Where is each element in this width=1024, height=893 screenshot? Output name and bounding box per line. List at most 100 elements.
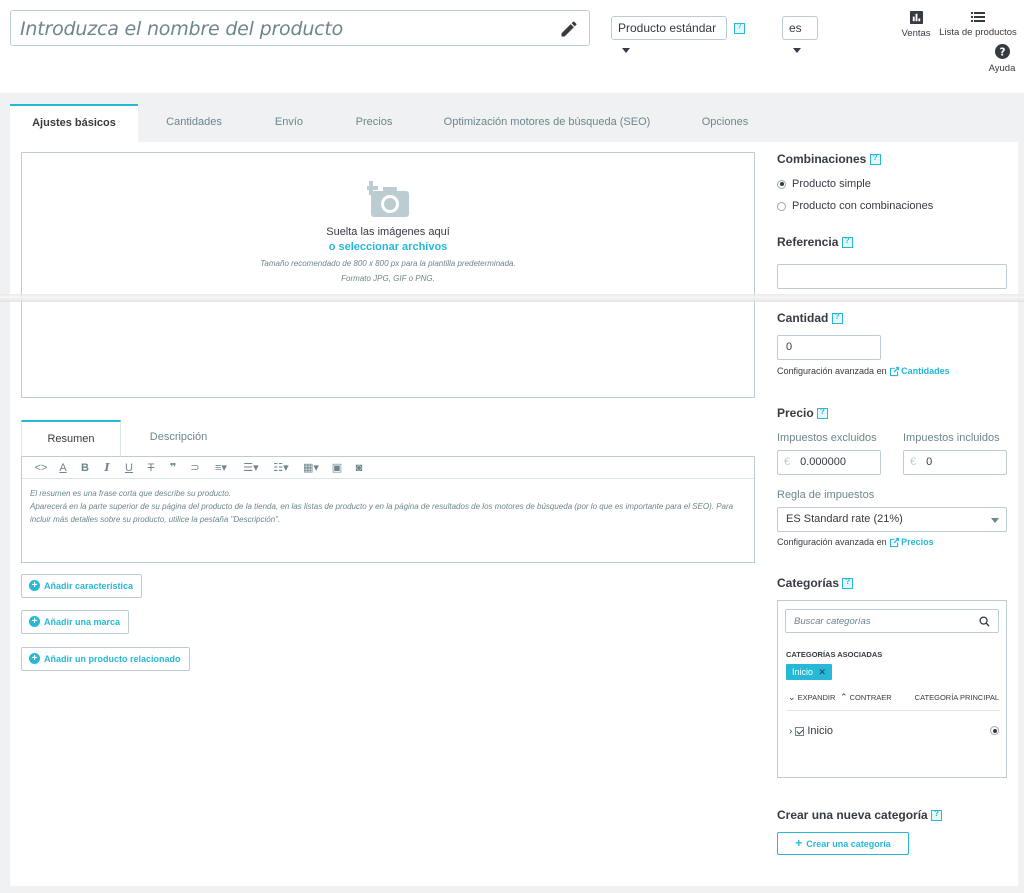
media-icon[interactable]: ◙ [348,458,370,478]
create-category-button[interactable]: + Crear una categoría [777,832,909,855]
help-button[interactable]: ? Ayuda [986,44,1018,74]
help-icon[interactable] [831,312,843,325]
table-icon[interactable]: ▦▾ [296,458,326,478]
categories-title: Categorías [777,576,854,590]
underline-icon[interactable]: U [118,458,140,478]
button-label: Añadir una marca [44,617,121,627]
tax-rule-select[interactable]: ES Standard rate (21%) [777,507,1007,532]
editor-tabs: Resumen Descripción [21,420,755,456]
summary-editor[interactable]: <> A B I U T ❞ ⊃ ≡▾ ☰▾ ☷▾ ▦▾ ▣ ◙ El resu… [21,456,755,563]
language-select[interactable]: es [782,16,818,54]
chevron-right-icon[interactable]: › [789,726,792,737]
radio-label: Producto con combinaciones [792,200,934,212]
pencil-icon[interactable] [559,19,579,39]
chevron-up-icon: ⌃ [840,692,848,702]
help-icon[interactable] [817,407,829,420]
button-label: Añadir un producto relacionado [44,654,181,664]
collapse-label: CONTRAER [849,693,892,702]
image-icon[interactable]: ▣ [326,458,348,478]
euro-icon: € [784,456,791,468]
add-feature-button[interactable]: + Añadir característica [21,574,143,598]
question-circle-icon: ? [994,44,1010,59]
categories-box: Buscar categorías CATEGORÍAS ASOCIADAS I… [777,600,1007,778]
text-color-icon[interactable]: A [52,458,74,478]
help-icon[interactable] [869,153,881,166]
collapse-button[interactable]: ⌃ CONTRAER [840,692,892,703]
help-label: Ayuda [988,63,1016,74]
category-tree-item[interactable]: › Inicio [789,725,833,737]
product-name-input[interactable]: Introduzca el nombre del producto [10,10,590,46]
plus-circle-icon: + [29,653,40,665]
button-label: Crear una categoría [806,839,891,849]
external-link-icon [890,367,900,377]
strikethrough-icon[interactable]: T [140,458,162,478]
summary-line: El resumen es una frase corta que descri… [30,489,231,498]
link-icon[interactable]: ⊃ [184,458,206,478]
caret-down-icon [793,48,801,54]
price-tax-included-input[interactable]: €0 [903,450,1007,475]
source-code-icon[interactable]: <> [30,458,52,478]
expand-label: EXPANDIR [797,693,836,702]
category-search-input[interactable]: Buscar categorías [785,609,999,633]
help-icon[interactable] [841,236,853,249]
product-type-select[interactable]: Producto estándar [611,16,727,54]
image-dropzone[interactable]: Suelta las imágenes aquí o seleccionar a… [21,152,755,398]
close-icon[interactable]: ✕ [819,667,827,677]
main-tabs: Ajustes básicos Cantidades Envío Precios… [10,104,1018,142]
reference-input[interactable] [777,264,1007,289]
radio-label: Producto simple [792,178,871,190]
tab-summary[interactable]: Resumen [21,420,121,456]
prices-link[interactable]: Precios [901,537,934,547]
sales-button[interactable]: Ventas [900,11,932,39]
italic-icon[interactable]: I [96,458,118,478]
combinations-title: Combinaciones [777,152,881,166]
numbered-list-icon[interactable]: ☷▾ [266,458,296,478]
tax-included-label: Impuestos incluidos [903,432,1000,444]
tab-quantities[interactable]: Cantidades [138,104,250,142]
help-icon[interactable] [734,22,745,34]
bold-icon[interactable]: B [74,458,96,478]
category-chip[interactable]: Inicio ✕ [786,664,833,680]
price-tax-excluded-input[interactable]: €0.000000 [777,450,881,475]
add-brand-button[interactable]: + Añadir una marca [21,610,130,634]
tab-pricing[interactable]: Precios [328,104,420,142]
align-icon[interactable]: ≡▾ [206,458,236,478]
checkbox-checked-icon[interactable] [795,726,805,736]
tax-excluded-label: Impuestos excluidos [777,432,877,444]
expand-button[interactable]: ⌄ EXPANDIR [788,692,835,703]
tab-seo[interactable]: Optimización motores de búsqueda (SEO) [420,104,674,142]
chevron-down-icon: ⌄ [788,692,796,702]
price-value: 0.000000 [800,456,847,468]
help-icon[interactable] [842,577,854,590]
help-icon[interactable] [931,809,943,822]
main-category-radio[interactable] [990,726,999,735]
list-icon [971,12,985,22]
tab-options[interactable]: Opciones [674,104,776,142]
dropzone-format-hint: Formato JPG, GIF o PNG. [341,274,435,283]
quote-icon[interactable]: ❞ [162,458,184,478]
bar-chart-icon [909,11,923,24]
price-value: 0 [926,456,933,468]
summary-placeholder: El resumen es una frase corta que descri… [22,479,754,534]
price-title: Precio [777,406,829,420]
euro-icon: € [910,456,917,468]
reference-title: Referencia [777,235,853,249]
tab-description[interactable]: Descripción [121,420,236,456]
select-files-link[interactable]: o seleccionar archivos [22,241,754,253]
button-label: Añadir característica [44,581,134,591]
caret-down-icon [991,518,999,523]
plus-circle-icon: + [29,616,40,628]
quantity-input[interactable]: 0 [777,335,881,360]
product-list-button[interactable]: Lista de productos [938,11,1018,38]
radio-simple-product[interactable]: Producto simple [777,178,871,190]
editor-toolbar: <> A B I U T ❞ ⊃ ≡▾ ☰▾ ☷▾ ▦▾ ▣ ◙ [22,457,754,479]
tab-basic-settings[interactable]: Ajustes básicos [10,104,138,142]
tax-rule-label: Regla de impuestos [777,489,875,501]
radio-product-combinations[interactable]: Producto con combinaciones [777,200,933,212]
bullet-list-icon[interactable]: ☰▾ [236,458,266,478]
tab-shipping[interactable]: Envío [250,104,328,142]
add-related-product-button[interactable]: + Añadir un producto relacionado [21,647,190,671]
dropzone-size-hint: Tamaño recomendado de 800 x 800 px para … [260,259,516,268]
quantities-link[interactable]: Cantidades [901,366,950,376]
tree-item-label: Inicio [807,725,834,737]
